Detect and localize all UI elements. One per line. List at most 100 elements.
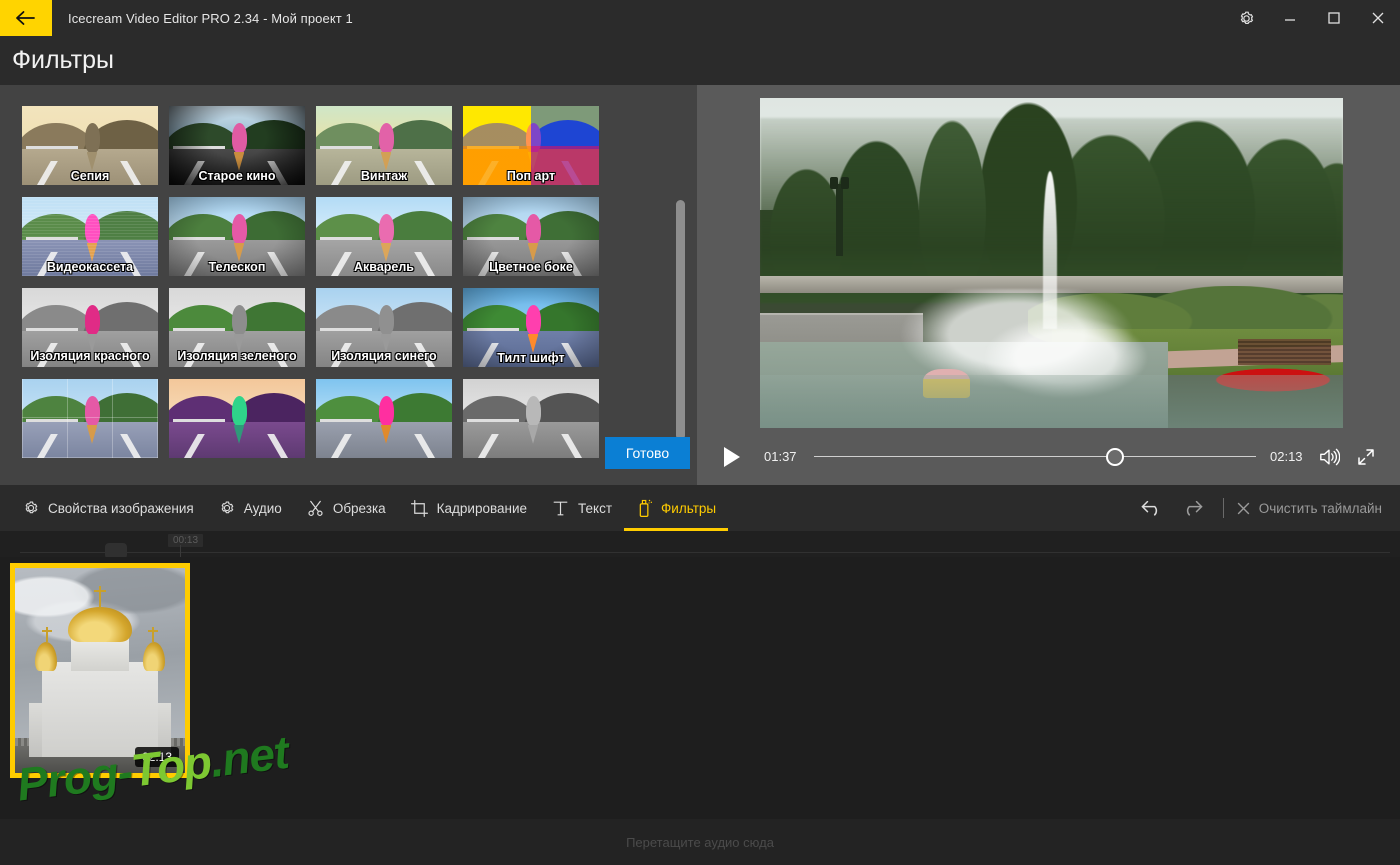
thumb-popart-quadrants-lower <box>463 145 599 185</box>
timeline-clip[interactable]: 02:13 <box>10 563 190 778</box>
filter-card[interactable]: Видеокассета <box>22 197 158 276</box>
thumb-cone <box>527 424 539 444</box>
thumb-swirl <box>378 305 394 335</box>
filter-card[interactable] <box>316 379 452 458</box>
redo-button[interactable] <box>1173 485 1211 531</box>
play-icon <box>724 446 740 467</box>
timeline-ruler[interactable]: 00:13 <box>0 531 1400 559</box>
thumb-swirl <box>378 396 394 426</box>
thumb-vignette <box>169 197 305 276</box>
filter-card[interactable]: Изоляция зеленого <box>169 288 305 367</box>
current-time: 01:37 <box>764 449 797 464</box>
thumb-mirror-grid <box>22 379 158 458</box>
back-button[interactable] <box>0 0 52 36</box>
maximize-icon <box>1328 12 1340 24</box>
spray-can-icon <box>639 499 653 517</box>
filter-card[interactable]: Цветное боке <box>463 197 599 276</box>
seek-bar[interactable] <box>814 447 1256 467</box>
seek-track <box>814 455 1256 457</box>
clip-drum <box>71 637 129 671</box>
seek-handle[interactable] <box>1105 447 1124 466</box>
thumb-swirl <box>525 396 541 426</box>
minimize-button[interactable] <box>1268 0 1312 36</box>
play-button[interactable] <box>722 446 742 468</box>
done-button[interactable]: Готово <box>605 437 690 469</box>
filter-card[interactable]: Акварель <box>316 197 452 276</box>
clip-thumbnail <box>15 568 185 773</box>
clip-cathedral-body <box>42 662 158 757</box>
gear-icon <box>221 501 233 514</box>
thumb-cone <box>380 333 392 353</box>
clear-timeline-button[interactable]: Очистить таймлайн <box>1236 501 1382 516</box>
thumb-cone <box>233 424 245 444</box>
thumb-cone <box>380 242 392 262</box>
volume-icon <box>1320 448 1340 465</box>
tab-label: Аудио <box>243 500 282 516</box>
tab-label: Текст <box>578 500 613 516</box>
filter-card[interactable]: Изоляция синего <box>316 288 452 367</box>
video-preview[interactable] <box>760 98 1343 428</box>
volume-button[interactable] <box>1318 447 1340 467</box>
filter-card[interactable]: Сепия <box>22 106 158 185</box>
tab-label: Фильтры <box>661 500 717 516</box>
filter-card[interactable]: Изоляция красного <box>22 288 158 367</box>
tab-text[interactable]: Текст <box>539 485 624 531</box>
clear-timeline-label: Очистить таймлайн <box>1258 500 1382 516</box>
thumb-ice-cream <box>378 305 394 353</box>
filter-card[interactable] <box>169 379 305 458</box>
filter-thumbnail <box>22 288 158 367</box>
filters-panel: Сепия Старое кино Винтаж Поп арт Видеокассет… <box>0 85 697 485</box>
redo-icon <box>1186 500 1203 516</box>
thumb-cone <box>86 333 98 353</box>
filter-card[interactable] <box>463 379 599 458</box>
preview-lamppost <box>830 176 849 257</box>
close-icon <box>1237 502 1250 514</box>
toolbar-actions: Очистить таймлайн <box>1133 485 1400 531</box>
thumb-vignette <box>169 106 305 185</box>
clip-cross-left <box>41 627 52 642</box>
undo-button[interactable] <box>1133 485 1171 531</box>
tab-image-properties[interactable]: Свойства изображения <box>10 485 206 531</box>
thumb-ice-cream <box>378 214 394 262</box>
audio-drop-hint: Перетащите аудио сюда <box>626 834 774 850</box>
title-bar: Icecream Video Editor PRO 2.34 - Мой про… <box>0 0 1400 36</box>
tab-audio[interactable]: Аудио <box>206 485 294 531</box>
thumb-swirl <box>378 214 394 244</box>
filter-card[interactable]: Винтаж <box>316 106 452 185</box>
thumb-vignette <box>463 288 599 367</box>
video-track[interactable]: 02:13 <box>0 557 1400 807</box>
ruler-time-tooltip: 00:13 <box>168 534 204 547</box>
gear-icon <box>25 501 38 514</box>
filter-card[interactable] <box>22 379 158 458</box>
app-root: Icecream Video Editor PRO 2.34 - Мой про… <box>0 0 1400 865</box>
thumb-vhs-scanlines <box>22 197 158 276</box>
filter-thumbnail <box>316 197 452 276</box>
thumb-swirl <box>84 305 100 335</box>
fullscreen-button[interactable] <box>1356 447 1376 467</box>
maximize-button[interactable] <box>1312 0 1356 36</box>
preview-pool-front <box>760 375 1343 428</box>
filter-card[interactable]: Старое кино <box>169 106 305 185</box>
thumb-vignette <box>463 197 599 276</box>
clip-cross-right <box>148 627 159 642</box>
window-controls <box>1224 0 1400 36</box>
filter-card[interactable]: Поп арт <box>463 106 599 185</box>
tab-filters[interactable]: Фильтры <box>624 485 729 531</box>
preview-panel <box>697 85 1400 485</box>
filters-scrollbar-thumb[interactable] <box>676 200 685 440</box>
tab-trim[interactable]: Обрезка <box>294 485 398 531</box>
close-button[interactable] <box>1356 0 1400 36</box>
tab-crop[interactable]: Кадрирование <box>398 485 539 531</box>
crop-icon <box>410 499 428 517</box>
timeline: 00:13 02:13 Перетащите аудио сюда <box>0 531 1400 865</box>
thumb-ice-cream <box>525 396 541 444</box>
settings-button[interactable] <box>1224 0 1268 36</box>
thumb-ice-cream <box>231 396 247 444</box>
audio-track[interactable]: Перетащите аудио сюда <box>0 819 1400 865</box>
thumb-cone <box>380 424 392 444</box>
filter-card[interactable]: Тилт шифт <box>463 288 599 367</box>
filter-thumbnail <box>463 379 599 458</box>
filter-thumbnail <box>169 288 305 367</box>
filter-card[interactable]: Телескоп <box>169 197 305 276</box>
thumb-swirl <box>231 396 247 426</box>
